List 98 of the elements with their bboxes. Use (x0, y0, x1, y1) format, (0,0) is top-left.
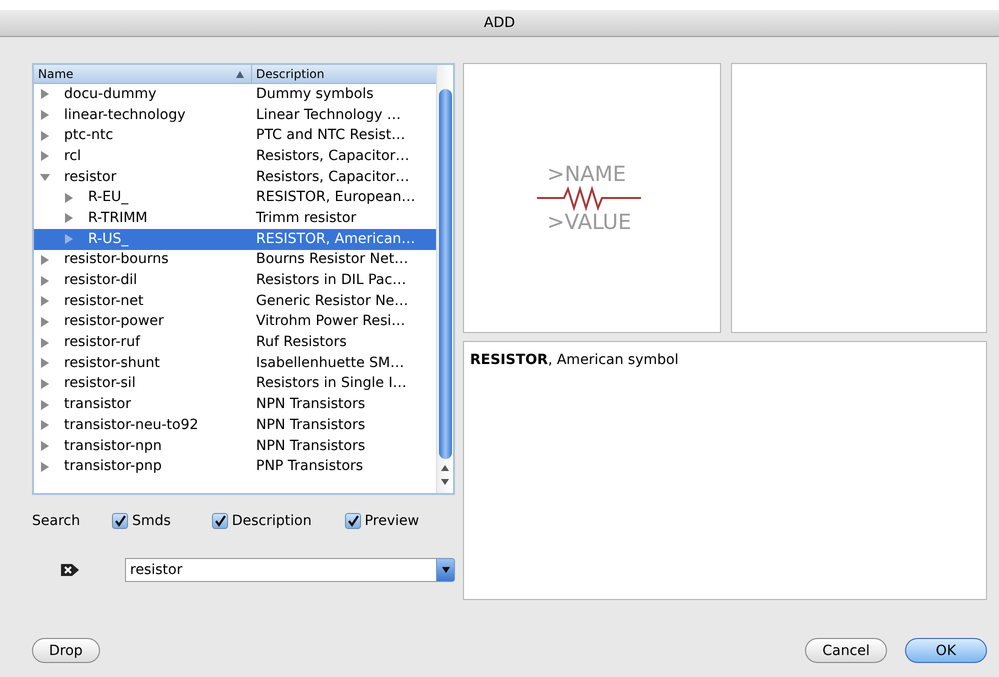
tree-row[interactable]: transistor-pnp PNP Transistors (34, 456, 436, 478)
dialog-button[interactable]: Cancel (805, 638, 887, 663)
item-description: RESISTOR, American… (255, 230, 416, 249)
expand-triangle-icon[interactable] (40, 358, 50, 368)
expand-triangle-icon[interactable] (40, 130, 50, 141)
tree-row[interactable]: linear-technology Linear Technology … (34, 104, 436, 126)
expand-triangle-icon[interactable] (40, 276, 50, 286)
item-name: resistor-sil (64, 374, 136, 394)
tree-row[interactable]: transistor NPN Transistors (34, 394, 436, 415)
item-name: resistor-shunt (64, 354, 160, 373)
expand-triangle-icon[interactable] (40, 462, 50, 472)
column-header[interactable]: Name (34, 65, 252, 83)
tree-row[interactable]: resistor-sil Resistors in Single I… (34, 374, 436, 394)
item-description: Resistors in DIL Pac… (255, 271, 406, 290)
tree-row[interactable]: resistor-power Vitrohm Power Resi… (34, 312, 436, 332)
tree-row[interactable]: resistor-bourns Bourns Resistor Net… (34, 250, 436, 270)
expand-triangle-icon[interactable] (40, 400, 50, 410)
item-name: resistor (64, 168, 116, 187)
item-name: linear-technology (64, 106, 186, 125)
tree-row[interactable]: resistor-shunt Isabellenhuette SM… (34, 352, 436, 374)
item-description: Vitrohm Power Resi… (255, 312, 406, 332)
item-description: Generic Resistor Ne… (255, 292, 408, 311)
item-name: rcl (64, 146, 82, 166)
checkmark-icon (346, 515, 359, 527)
expand-triangle-icon[interactable] (40, 89, 50, 100)
item-name: resistor-power (64, 312, 164, 332)
item-name: transistor (64, 395, 131, 414)
expand-triangle-icon[interactable] (40, 378, 50, 389)
scroll-down-icon (440, 477, 450, 487)
scroll-up-icon (440, 463, 450, 473)
item-name: transistor-pnp (64, 457, 162, 476)
item-name: R-EU_ (88, 188, 128, 208)
item-description: Resistors, Capacitor… (255, 146, 410, 166)
dropdown-caret-icon (442, 567, 450, 573)
tree-row[interactable]: resistor-ruf Ruf Resistors (34, 332, 436, 353)
window-title: ADD (484, 14, 516, 32)
collapse-triangle-icon[interactable] (40, 172, 50, 182)
item-name: transistor-npn (64, 436, 162, 456)
tree-row[interactable]: R-EU_ RESISTOR, European… (34, 187, 436, 208)
item-description: Bourns Resistor Net… (255, 250, 408, 270)
tree-row[interactable]: transistor-neu-to92 NPN Transistors (34, 415, 436, 436)
search-label: Search (32, 512, 80, 530)
tree-row[interactable]: resistor Resistors, Capacitor… (34, 166, 436, 188)
checkbox[interactable]: Preview (344, 510, 420, 532)
tree-row[interactable]: R-TRIMM Trimm resistor (34, 208, 436, 229)
expand-triangle-icon[interactable] (40, 296, 50, 306)
item-description: NPN Transistors (255, 416, 366, 435)
dropdown-button[interactable] (436, 558, 455, 582)
checkmark-icon (114, 515, 126, 527)
tag-clear-icon (60, 563, 80, 577)
expand-triangle-icon[interactable] (40, 316, 50, 327)
tree-row[interactable]: ptc-ntc PTC and NTC Resist… (34, 125, 436, 146)
item-description: Dummy symbols (255, 84, 374, 104)
item-name: transistor-neu-to92 (64, 416, 198, 435)
item-description: Ruf Resistors (255, 333, 347, 352)
item-description: RESISTOR, European… (255, 188, 416, 208)
tree-row[interactable]: transistor-npn NPN Transistors (34, 436, 436, 456)
item-description: NPN Transistors (255, 395, 366, 414)
tree-row[interactable]: resistor-net Generic Resistor Ne… (34, 290, 436, 312)
item-name: R-TRIMM (88, 208, 148, 228)
item-name: resistor-ruf (64, 333, 140, 352)
scrollbar[interactable] (436, 65, 453, 493)
expand-triangle-icon[interactable] (40, 254, 50, 265)
item-name: resistor-bourns (64, 250, 169, 270)
item-description: Linear Technology … (255, 106, 401, 125)
expand-triangle-icon[interactable] (40, 420, 50, 430)
item-name: ptc-ntc (64, 126, 114, 146)
dialog-button[interactable]: Drop (32, 638, 100, 663)
expand-triangle-icon[interactable] (40, 338, 50, 348)
checkbox[interactable]: Smds (112, 510, 171, 532)
item-name: R-US_ (88, 230, 128, 249)
dialog-button[interactable]: OK (904, 638, 987, 663)
expand-triangle-icon[interactable] (64, 192, 74, 203)
tree-row[interactable]: rcl Resistors, Capacitor… (34, 146, 436, 167)
item-description: Resistors, Capacitor… (255, 168, 410, 187)
item-description: Resistors in Single I… (255, 374, 407, 394)
expand-triangle-icon[interactable] (40, 110, 50, 120)
item-name: docu-dummy (64, 84, 156, 104)
item-description: Isabellenhuette SM… (255, 354, 404, 373)
item-name: resistor-net (64, 292, 144, 311)
expand-triangle-icon[interactable] (64, 213, 74, 224)
item-description: NPN Transistors (255, 436, 366, 456)
tree-row[interactable]: docu-dummy Dummy symbols (34, 84, 436, 105)
checkbox[interactable]: Description (212, 510, 312, 532)
resistor-symbol-drawing: >NAME >VALUE (537, 153, 647, 243)
checkmark-icon (214, 515, 226, 527)
item-name: resistor-dil (64, 271, 138, 290)
search-field[interactable]: resistor (125, 558, 436, 582)
tree-row[interactable]: resistor-dil Resistors in DIL Pac… (34, 270, 436, 291)
expand-triangle-icon[interactable] (40, 151, 50, 162)
description-text: RESISTOR, American symbol (470, 351, 680, 370)
column-header[interactable]: Description (252, 65, 436, 83)
expand-triangle-icon[interactable] (64, 234, 74, 244)
expand-triangle-icon[interactable] (40, 441, 50, 452)
item-description: Trimm resistor (255, 208, 356, 228)
item-description: PNP Transistors (255, 457, 364, 476)
tree-row[interactable]: R-US_ RESISTOR, American… (34, 228, 436, 250)
item-description: PTC and NTC Resist… (255, 126, 406, 146)
